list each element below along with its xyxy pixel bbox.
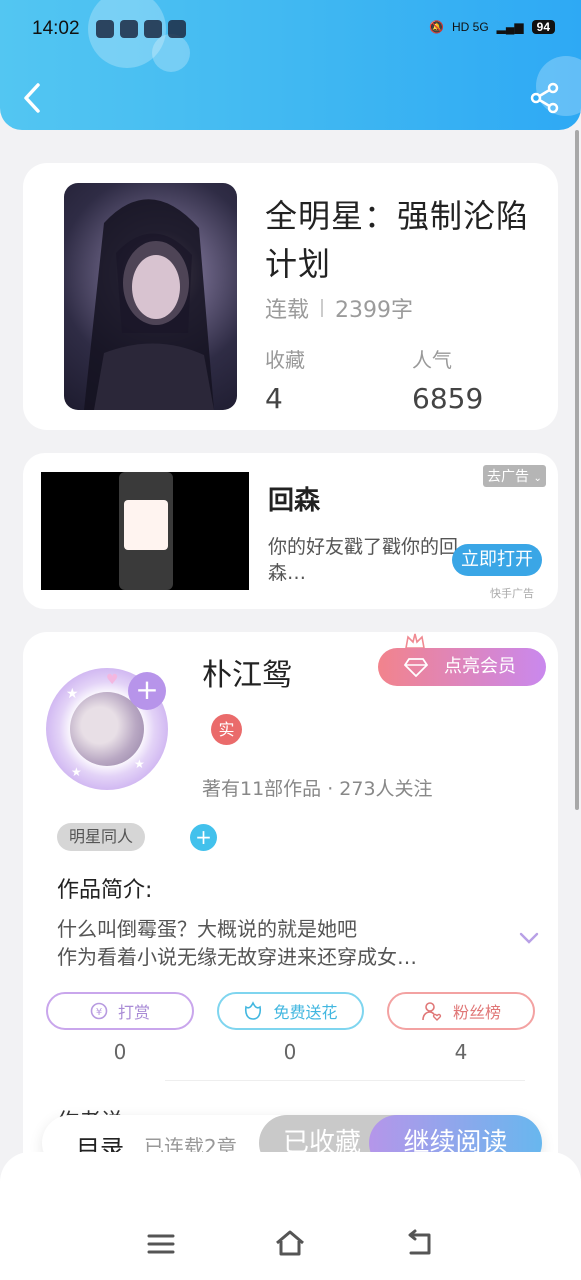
fans-count: 4 <box>454 1040 468 1064</box>
flower-count: 0 <box>283 1040 297 1064</box>
share-button[interactable] <box>529 82 561 114</box>
popularity-value: 6859 <box>412 382 484 415</box>
reward-button[interactable]: ¥ 打赏 <box>46 992 194 1030</box>
status-notification-icons <box>96 20 186 38</box>
vip-badge-label: 点亮会员 <box>444 656 516 677</box>
remove-ad-label: 去广告 <box>487 469 529 485</box>
favorites-label: 收藏 <box>265 348 305 372</box>
mute-icon: 🔕 <box>429 20 444 34</box>
author-name: 朴江鸳 <box>202 658 292 693</box>
back-button[interactable] <box>18 80 48 116</box>
remove-ad-button[interactable]: 去广告 ⌄ <box>483 465 546 487</box>
author-meta: 著有11部作品 · 273人关注 <box>202 778 433 800</box>
menu-icon[interactable] <box>143 1226 179 1262</box>
header-bubble-decoration <box>152 34 190 72</box>
book-status: 连载 <box>265 298 310 323</box>
battery-indicator: 94 <box>531 20 555 34</box>
popularity-label: 人气 <box>412 348 452 372</box>
intro-line: 作为看着小说无缘无故穿进来还穿成女… <box>57 945 417 969</box>
svg-text:★: ★ <box>134 757 145 771</box>
status-time: 14:02 <box>32 18 80 39</box>
section-divider <box>165 1080 525 1081</box>
network-indicator: HD 5G <box>451 20 489 34</box>
intro-line: 什么叫倒霉蛋？大概说的就是她吧 <box>57 917 357 941</box>
ad-source: 快手广告 <box>490 587 534 600</box>
cover-illustration <box>84 199 214 410</box>
chevron-down-icon[interactable] <box>518 930 540 946</box>
intro-label: 作品简介: <box>57 878 153 903</box>
ad-open-button[interactable]: 立即打开 <box>452 544 542 576</box>
vip-badge-button[interactable]: 点亮会员 <box>378 648 546 686</box>
app-notification-icon <box>96 20 114 38</box>
svg-text:★: ★ <box>66 686 79 702</box>
ad-video[interactable] <box>41 472 249 590</box>
fans-ranking-button[interactable]: 粉丝榜 <box>387 992 535 1030</box>
reward-label: 打赏 <box>117 1003 150 1022</box>
favorites-value: 4 <box>265 382 283 415</box>
add-tag-button[interactable]: + <box>190 824 217 851</box>
book-status-row: 连载 2399字 <box>265 292 413 324</box>
verified-tag: 实 <box>211 714 242 745</box>
flower-icon <box>245 1001 262 1020</box>
diamond-icon <box>404 658 428 677</box>
intro-text[interactable]: 什么叫倒霉蛋？大概说的就是她吧 作为看着小说无缘无故穿进来还穿成女… <box>57 915 497 971</box>
chevron-left-icon <box>24 83 40 113</box>
return-icon[interactable] <box>401 1226 437 1262</box>
app-notification-icon <box>168 20 186 38</box>
free-flower-button[interactable]: 免费送花 <box>217 992 364 1030</box>
flower-label: 免费送花 <box>273 1003 338 1022</box>
book-tag[interactable]: 明星同人 <box>57 823 146 851</box>
share-icon <box>530 82 559 114</box>
user-heart-icon <box>422 1002 442 1021</box>
home-icon[interactable] <box>272 1226 308 1262</box>
svg-text:★: ★ <box>71 765 82 779</box>
book-cover[interactable] <box>64 183 237 410</box>
book-word-count: 2399字 <box>335 298 414 323</box>
ad-description: 你的好友戳了戳你的回森… <box>268 536 459 584</box>
book-title: 全明星：强制沦陷计划 <box>265 197 530 283</box>
chevron-down-icon: ⌄ <box>533 473 542 484</box>
coin-icon: ¥ <box>90 1002 108 1020</box>
fans-label: 粉丝榜 <box>452 1003 501 1022</box>
ad-title: 回森 <box>268 486 321 516</box>
ad-phone-image <box>119 472 173 590</box>
svg-text:¥: ¥ <box>96 1007 102 1018</box>
app-notification-icon <box>120 20 138 38</box>
reward-count: 0 <box>113 1040 127 1064</box>
app-notification-icon <box>144 20 162 38</box>
scrollbar[interactable] <box>575 130 579 810</box>
svg-text:♥: ♥ <box>106 672 119 688</box>
signal-icon: ▂▄▆ <box>496 20 524 34</box>
status-right: 🔕 HD 5G ▂▄▆ 94 <box>429 20 555 34</box>
ad-phone-screen <box>124 500 168 550</box>
status-divider <box>321 299 324 317</box>
follow-author-button[interactable]: + <box>128 672 166 710</box>
